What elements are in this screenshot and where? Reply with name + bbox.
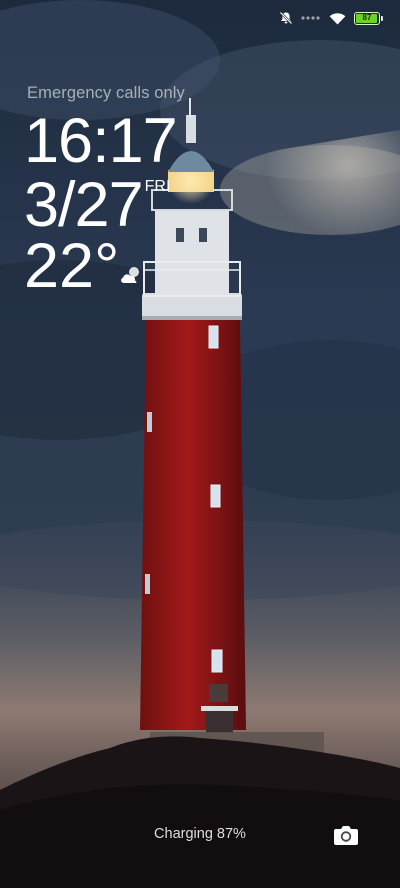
temperature: 22°: [24, 231, 120, 301]
carrier-status: Emergency calls only: [27, 84, 185, 102]
battery-level: 87: [362, 12, 372, 22]
weather-widget[interactable]: 22°: [24, 233, 145, 299]
status-bar: 87: [279, 8, 383, 28]
date-row: 3/27 FRI: [24, 172, 170, 238]
partly-cloudy-icon: [119, 265, 145, 290]
lockscreen-date: 3/27: [24, 170, 144, 240]
wifi-icon: [329, 12, 346, 25]
muted-bell-icon: [279, 11, 293, 25]
lockscreen-weekday: FRI: [144, 178, 171, 195]
lockscreen-clock: 16:17: [24, 106, 178, 176]
battery-icon: 87: [354, 11, 383, 25]
camera-shortcut-button[interactable]: [333, 823, 359, 847]
signal-dots-icon: [301, 15, 321, 21]
camera-icon: [334, 826, 358, 845]
